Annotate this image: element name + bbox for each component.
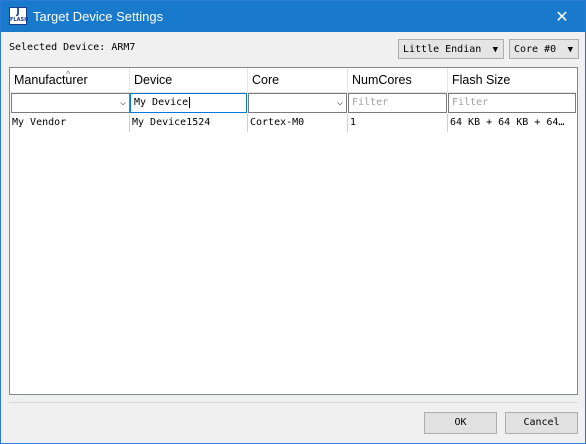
- app-icon-letter: J: [16, 7, 20, 17]
- divider: [9, 402, 578, 403]
- chevron-down-icon: ⌵: [336, 97, 343, 108]
- selected-device-label: Selected Device: ARM7: [9, 42, 136, 53]
- core-select-value: Core #0: [514, 44, 557, 55]
- column-header-label: Manufacturer: [14, 73, 88, 87]
- core-filter-select[interactable]: ⌵: [248, 93, 347, 113]
- manufacturer-filter-select[interactable]: ⌵: [11, 93, 130, 113]
- target-device-settings-window: J FLASH Target Device Settings ✕ Selecte…: [0, 0, 586, 444]
- cell-core: Cortex-M0: [248, 114, 348, 132]
- cancel-button[interactable]: Cancel: [505, 412, 578, 434]
- column-header-numcores[interactable]: NumCores: [348, 68, 448, 92]
- app-icon-caption: FLASH: [10, 17, 29, 23]
- cell-manufacturer: My Vendor: [10, 114, 130, 132]
- endian-select-value: Little Endian: [403, 44, 482, 55]
- cell-numcores: 1: [348, 114, 448, 132]
- core-select[interactable]: Core #0 ▼: [509, 39, 579, 59]
- column-header-flash-size[interactable]: Flash Size: [448, 68, 577, 92]
- chevron-down-icon: ⌵: [119, 97, 126, 108]
- chevron-down-icon: ▼: [492, 45, 498, 55]
- ok-button[interactable]: OK: [424, 412, 497, 434]
- cell-device: My Device1524: [130, 114, 248, 132]
- filter-row: ⌵ My Device ⌵ Filter Filter: [10, 93, 577, 113]
- flash-size-filter-input[interactable]: Filter: [448, 93, 576, 113]
- cell-flash-size: 64 KB + 64 KB + 64…: [450, 117, 565, 128]
- endian-select[interactable]: Little Endian ▼: [398, 39, 504, 59]
- sort-ascending-icon: ^: [66, 69, 71, 79]
- numcores-filter-placeholder: Filter: [352, 97, 389, 108]
- flash-size-filter-placeholder: Filter: [452, 97, 489, 108]
- table-header: ^ Manufacturer Device Core NumCores Flas…: [10, 68, 577, 93]
- title-bar[interactable]: J FLASH Target Device Settings ✕: [1, 1, 585, 32]
- jflash-app-icon: J FLASH: [9, 7, 29, 25]
- column-header-device[interactable]: Device: [130, 68, 248, 92]
- numcores-filter-input[interactable]: Filter: [348, 93, 447, 113]
- column-header-manufacturer[interactable]: ^ Manufacturer: [10, 68, 130, 92]
- device-filter-value: My Device: [134, 97, 189, 108]
- device-filter-input[interactable]: My Device: [130, 93, 247, 113]
- close-icon[interactable]: ✕: [539, 1, 585, 32]
- window-title: Target Device Settings: [33, 9, 164, 24]
- table-row[interactable]: My Vendor My Device1524 Cortex-M0 1 64 K…: [10, 114, 577, 132]
- device-table[interactable]: ^ Manufacturer Device Core NumCores Flas…: [9, 67, 578, 395]
- chevron-down-icon: ▼: [567, 45, 573, 55]
- column-header-core[interactable]: Core: [248, 68, 348, 92]
- text-cursor: [189, 97, 191, 108]
